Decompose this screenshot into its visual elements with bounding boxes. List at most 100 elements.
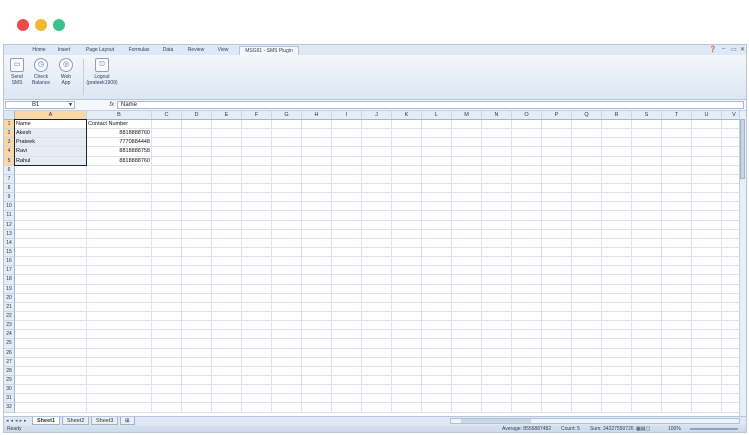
vertical-scroll-thumb[interactable]: [740, 119, 745, 179]
cell-g3[interactable]: [272, 138, 302, 148]
cell-t31[interactable]: [662, 394, 692, 404]
cell-r14[interactable]: [602, 238, 632, 248]
cell-p11[interactable]: [542, 211, 572, 221]
tab-home[interactable]: Home: [26, 46, 52, 55]
cell-j11[interactable]: [362, 211, 392, 221]
cell-m7[interactable]: [452, 174, 482, 184]
cell-d29[interactable]: [182, 375, 212, 386]
cell-t2[interactable]: [662, 129, 692, 139]
cell-r11[interactable]: [602, 211, 632, 221]
cell-p1[interactable]: [542, 120, 572, 130]
cell-a18[interactable]: [15, 275, 87, 285]
tab-data[interactable]: Data: [158, 46, 178, 55]
cell-c29[interactable]: [152, 375, 182, 386]
cell-d8[interactable]: [182, 183, 212, 194]
cell-f11[interactable]: [242, 211, 272, 221]
cell-i26[interactable]: [332, 348, 362, 358]
cell-p28[interactable]: [542, 366, 572, 376]
cell-f18[interactable]: [242, 275, 272, 285]
logout-button[interactable]: ⎋ Logout (prateek1909): [84, 58, 120, 86]
cell-u6[interactable]: [692, 165, 722, 175]
cell-h5[interactable]: [302, 156, 332, 166]
column-header-s[interactable]: S: [632, 111, 662, 119]
cell-k28[interactable]: [392, 366, 422, 376]
row-header[interactable]: 16: [4, 257, 15, 267]
cell-j23[interactable]: [362, 321, 392, 331]
tab-view[interactable]: View: [213, 46, 233, 55]
cell-d10[interactable]: [182, 202, 212, 212]
cell-n16[interactable]: [482, 257, 512, 267]
cell-s21[interactable]: [632, 302, 662, 312]
cell-k29[interactable]: [392, 375, 422, 386]
cell-c20[interactable]: [152, 293, 182, 303]
cell-l14[interactable]: [422, 238, 452, 248]
cell-i17[interactable]: [332, 266, 362, 276]
cell-s30[interactable]: [632, 385, 662, 395]
cell-b27[interactable]: [87, 357, 152, 367]
cell-m31[interactable]: [452, 394, 482, 404]
row-header[interactable]: 5: [4, 156, 15, 166]
cell-r13[interactable]: [602, 229, 632, 239]
cell-n11[interactable]: [482, 211, 512, 221]
cell-g15[interactable]: [272, 247, 302, 258]
sheet-tab-3[interactable]: Sheet3: [91, 417, 119, 425]
cell-t25[interactable]: [662, 339, 692, 349]
cell-c9[interactable]: [152, 193, 182, 203]
cell-u27[interactable]: [692, 357, 722, 367]
sheet-tab-2[interactable]: Sheet2: [62, 417, 90, 425]
row-header[interactable]: 27: [4, 357, 15, 367]
cell-b23[interactable]: [87, 321, 152, 331]
cell-g19[interactable]: [272, 284, 302, 294]
cell-d28[interactable]: [182, 366, 212, 376]
cell-i7[interactable]: [332, 174, 362, 184]
cell-r9[interactable]: [602, 193, 632, 203]
cell-b8[interactable]: [87, 183, 152, 194]
cell-u1[interactable]: [692, 120, 722, 130]
cell-k6[interactable]: [392, 165, 422, 175]
cell-n29[interactable]: [482, 375, 512, 386]
cell-c27[interactable]: [152, 357, 182, 367]
cell-e4[interactable]: [212, 147, 242, 157]
cell-k10[interactable]: [392, 202, 422, 212]
cell-e9[interactable]: [212, 193, 242, 203]
cell-o8[interactable]: [512, 183, 542, 194]
cell-q22[interactable]: [572, 311, 602, 322]
cell-j18[interactable]: [362, 275, 392, 285]
cell-b30[interactable]: [87, 385, 152, 395]
cell-e11[interactable]: [212, 211, 242, 221]
cell-m25[interactable]: [452, 339, 482, 349]
cell-m5[interactable]: [452, 156, 482, 166]
cell-s6[interactable]: [632, 165, 662, 175]
cell-t23[interactable]: [662, 321, 692, 331]
column-header-u[interactable]: U: [692, 111, 722, 119]
row-header[interactable]: 3: [4, 138, 15, 148]
cell-d21[interactable]: [182, 302, 212, 312]
cell-c23[interactable]: [152, 321, 182, 331]
column-header-n[interactable]: N: [482, 111, 512, 119]
cell-d30[interactable]: [182, 385, 212, 395]
cell-q20[interactable]: [572, 293, 602, 303]
cell-g16[interactable]: [272, 257, 302, 267]
row-header[interactable]: 31: [4, 394, 15, 404]
cell-k1[interactable]: [392, 120, 422, 130]
cell-d24[interactable]: [182, 330, 212, 340]
cell-o28[interactable]: [512, 366, 542, 376]
cell-j9[interactable]: [362, 193, 392, 203]
row-header[interactable]: 21: [4, 302, 15, 312]
spreadsheet-grid[interactable]: ABCDEFGHIJKLMNOPQRSTUV 1 Name Contact Numb…: [4, 111, 746, 416]
cell-i9[interactable]: [332, 193, 362, 203]
cell-t19[interactable]: [662, 284, 692, 294]
cell-m27[interactable]: [452, 357, 482, 367]
cell-o19[interactable]: [512, 284, 542, 294]
cell-a28[interactable]: [15, 366, 87, 376]
cell-b18[interactable]: [87, 275, 152, 285]
cell-p6[interactable]: [542, 165, 572, 175]
cell-f12[interactable]: [242, 220, 272, 230]
cell-q8[interactable]: [572, 183, 602, 194]
cell-s8[interactable]: [632, 183, 662, 194]
cell-f4[interactable]: [242, 147, 272, 157]
cell-p20[interactable]: [542, 293, 572, 303]
row-header[interactable]: 32: [4, 403, 15, 413]
cell-j6[interactable]: [362, 165, 392, 175]
cell-n12[interactable]: [482, 220, 512, 230]
